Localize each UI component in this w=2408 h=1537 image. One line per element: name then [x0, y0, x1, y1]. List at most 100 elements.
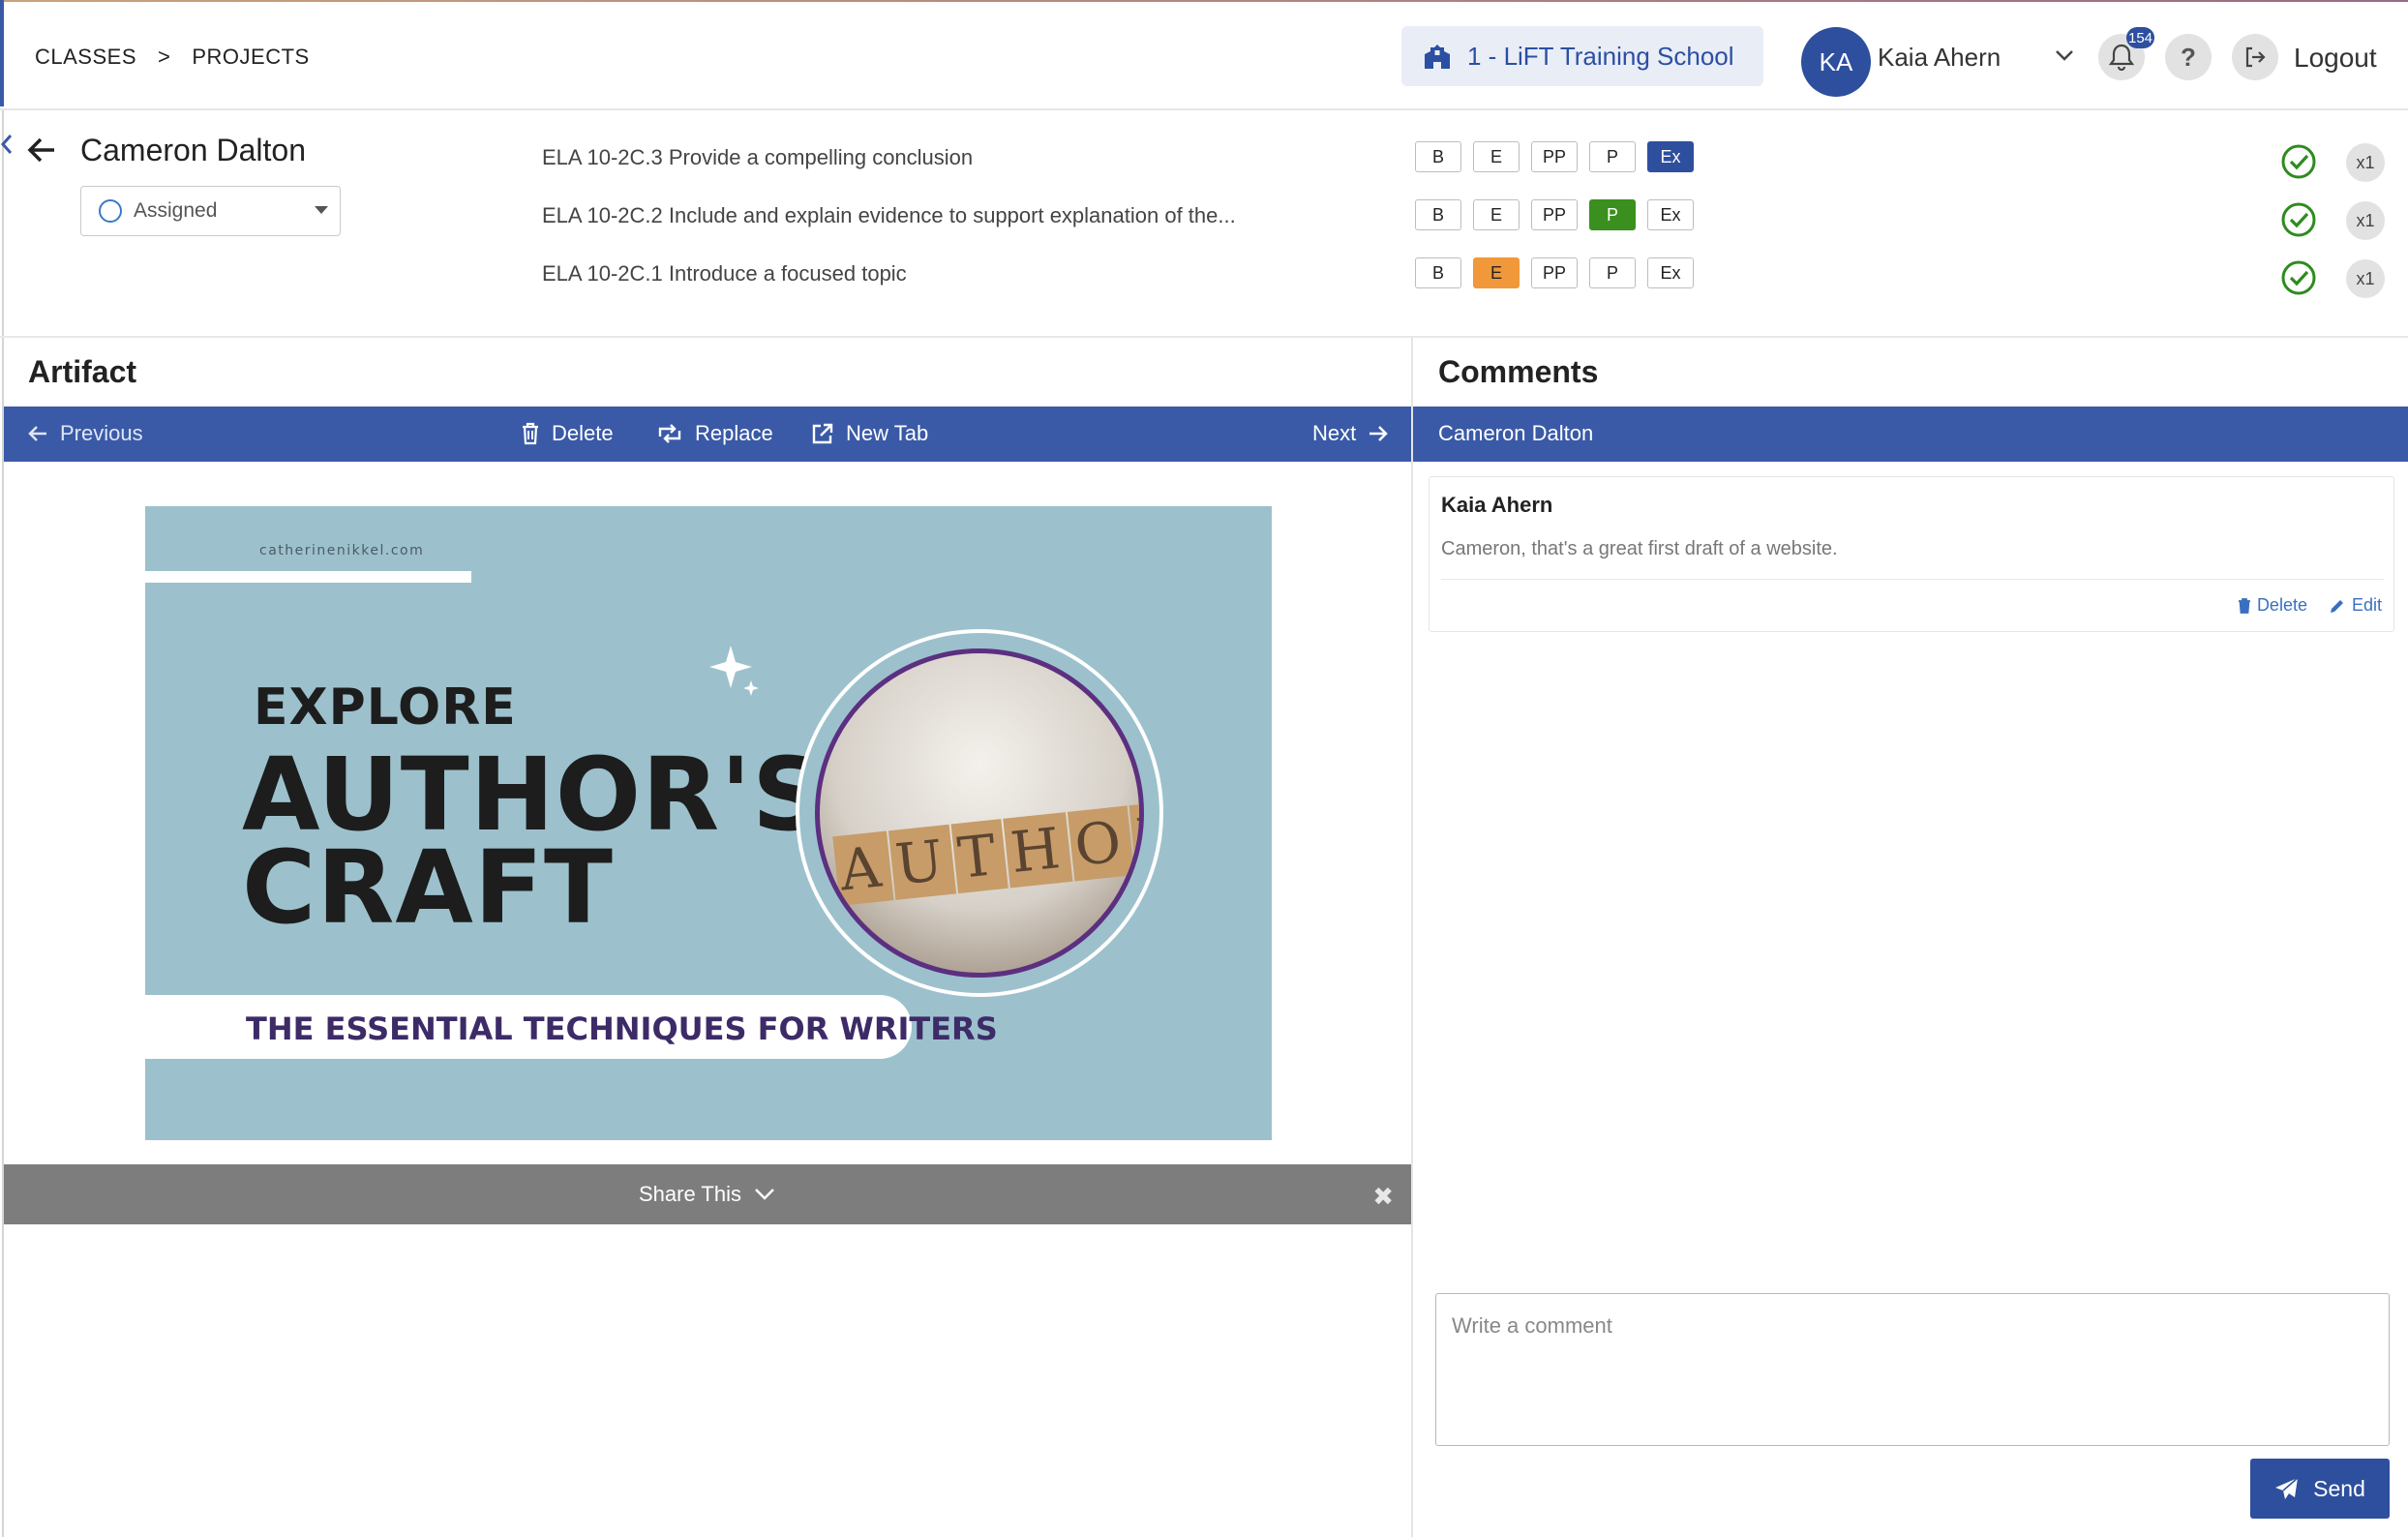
breadcrumb-projects[interactable]: PROJECTS [192, 45, 309, 69]
external-link-icon [812, 423, 833, 444]
close-share-icon[interactable]: ✖ [1372, 1182, 1394, 1212]
retweet-icon [658, 424, 681, 443]
level-p-selected[interactable]: P [1589, 199, 1636, 230]
check-circle-icon [2281, 260, 2316, 295]
school-label: 1 - LiFT Training School [1467, 41, 1734, 71]
level-pp[interactable]: PP [1531, 257, 1578, 288]
comment-text: Cameron, that's a great first draft of a… [1441, 538, 1838, 559]
back-arrow-icon[interactable] [25, 134, 58, 166]
level-selector: B E PP P Ex [1415, 199, 1705, 230]
tile-letter: O [1067, 805, 1134, 882]
check-circle-icon [2281, 144, 2316, 179]
replace-button[interactable]: Replace [656, 421, 773, 446]
multiplier-badge[interactable]: x1 [2346, 143, 2385, 182]
level-e[interactable]: E [1473, 199, 1520, 230]
school-icon [1425, 45, 1450, 69]
notification-badge: 154 [2126, 27, 2155, 48]
send-button[interactable]: Send [2250, 1459, 2390, 1519]
share-bar[interactable]: Share This ✖ [4, 1164, 1411, 1224]
level-selector: B E PP P Ex [1415, 257, 1705, 288]
artifact-tagline: THE ESSENTIAL TECHNIQUES FOR WRITERS [246, 1010, 998, 1047]
user-name[interactable]: Kaia Ahern [1878, 43, 2001, 73]
level-b[interactable]: B [1415, 141, 1461, 172]
comment-actions: Delete Edit [2216, 595, 2382, 616]
check-circle-icon [2281, 202, 2316, 237]
comment-card: Kaia Ahern Cameron, that's a great first… [1429, 476, 2394, 632]
artifact-heading-line: AUTHOR'S [242, 736, 826, 854]
avatar[interactable]: KA [1801, 27, 1871, 97]
comment-input[interactable] [1435, 1293, 2390, 1446]
pencil-icon [2330, 599, 2343, 613]
left-accent-line [0, 0, 4, 106]
tile-letter: T [950, 819, 1009, 894]
logout-link[interactable]: Logout [2294, 43, 2377, 74]
level-e-selected[interactable]: E [1473, 257, 1520, 288]
logout-icon-button[interactable] [2232, 34, 2278, 80]
artifact-decor-bar [145, 571, 471, 583]
chevron-down-icon [755, 1189, 774, 1200]
level-e[interactable]: E [1473, 141, 1520, 172]
delete-artifact-button[interactable]: Delete [521, 421, 614, 446]
sparkle-icon [709, 646, 759, 696]
school-selector[interactable]: 1 - LiFT Training School [1401, 26, 1763, 86]
logout-icon [2245, 46, 2266, 68]
comment-divider [1441, 579, 2384, 580]
artifact-image: catherinenikkel.com EXPLORE AUTHOR'S CRA… [145, 506, 1272, 1140]
arrow-right-icon [1370, 426, 1389, 441]
comment-edit-button[interactable]: Edit [2329, 595, 2382, 616]
level-b[interactable]: B [1415, 257, 1461, 288]
delete-label: Delete [552, 421, 614, 445]
caret-down-icon [315, 206, 328, 214]
breadcrumb-separator: > [158, 45, 171, 69]
collapse-sidebar-icon[interactable] [0, 132, 14, 157]
paper-plane-icon [2275, 1477, 2299, 1499]
trash-icon [2238, 597, 2250, 614]
level-p[interactable]: P [1589, 257, 1636, 288]
comments-title: Comments [1438, 354, 1599, 389]
trash-icon [523, 422, 538, 445]
level-b[interactable]: B [1415, 199, 1461, 230]
level-selector: B E PP P Ex [1415, 141, 1705, 172]
artifact-heading-main: AUTHOR'S CRAFT [242, 736, 826, 947]
artifact-photo: AUTHOR [815, 648, 1144, 978]
comment-delete-button[interactable]: Delete [2238, 595, 2307, 616]
section-divider [0, 336, 2408, 338]
level-ex-selected[interactable]: Ex [1647, 141, 1694, 172]
chevron-down-icon[interactable] [2054, 45, 2075, 66]
new-tab-button[interactable]: New Tab [811, 421, 928, 446]
multiplier-badge[interactable]: x1 [2346, 259, 2385, 298]
replace-label: Replace [695, 421, 773, 445]
previous-label: Previous [60, 421, 143, 445]
top-bar: CLASSES > PROJECTS 1 - LiFT Training Schoo… [0, 2, 2408, 110]
student-name: Cameron Dalton [80, 133, 306, 167]
level-pp[interactable]: PP [1531, 199, 1578, 230]
level-pp[interactable]: PP [1531, 141, 1578, 172]
author-tiles: AUTHOR [832, 799, 1139, 906]
left-border [2, 110, 4, 1537]
artifact-title: Artifact [28, 354, 137, 389]
multiplier-badge[interactable]: x1 [2346, 201, 2385, 240]
level-p[interactable]: P [1589, 141, 1636, 172]
level-ex[interactable]: Ex [1647, 257, 1694, 288]
column-divider [1411, 337, 1413, 1537]
arrow-left-icon [28, 426, 46, 441]
next-button[interactable]: Next [1312, 421, 1400, 446]
comments-thread-header: Cameron Dalton [1413, 407, 2408, 462]
tile-letter: H [1003, 812, 1073, 889]
comment-delete-label: Delete [2256, 595, 2307, 615]
previous-button[interactable]: Previous [27, 421, 143, 446]
status-label: Assigned [134, 199, 218, 222]
breadcrumb-classes[interactable]: CLASSES [35, 45, 136, 69]
bell-icon [2109, 44, 2134, 71]
level-ex[interactable]: Ex [1647, 199, 1694, 230]
artifact-heading-line: CRAFT [242, 829, 614, 947]
comment-author: Kaia Ahern [1441, 493, 1553, 517]
new-tab-label: New Tab [846, 421, 929, 445]
help-button[interactable]: ? [2165, 34, 2212, 80]
standard-label: ELA 10-2C.1 Introduce a focused topic [542, 261, 907, 286]
status-dropdown[interactable]: Assigned [80, 186, 341, 236]
tile-letter: A [832, 830, 894, 906]
send-label: Send [2313, 1475, 2365, 1501]
standard-label: ELA 10-2C.3 Provide a compelling conclus… [542, 145, 974, 169]
breadcrumb: CLASSES > PROJECTS [35, 45, 331, 70]
